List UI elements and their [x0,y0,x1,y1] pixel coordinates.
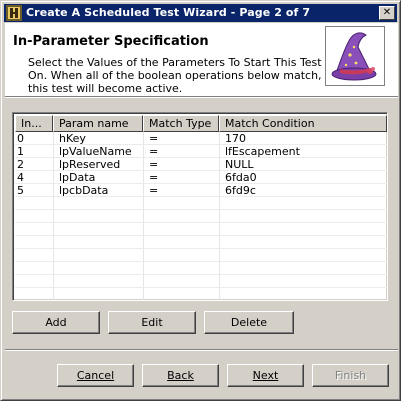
cell-index: 5 [17,184,24,197]
cell-match-condition: NULL [225,158,254,171]
window-title: Create A Scheduled Test Wizard - Page 2 … [26,6,311,19]
next-button[interactable]: Next [227,364,304,387]
empty-row [15,197,387,210]
cell-match-type: = [149,132,159,145]
list-header: In... Param name Match Type Match Condit… [15,115,387,132]
cell-param-name: lpData [59,171,96,184]
app-icon [6,5,22,21]
cell-index: 2 [17,158,24,171]
wizard-image [325,26,385,86]
cell-match-type: = [149,158,159,171]
table-row[interactable]: 1 lpValueName = lfEscapement [15,145,387,158]
empty-row [15,223,387,236]
empty-row [15,288,387,300]
footer-divider-highlight [5,350,398,351]
cancel-label: Cancel [76,369,115,382]
next-label: Next [252,369,279,382]
cell-index: 0 [17,132,24,145]
table-row[interactable]: 4 lpData = 6fda0 [15,171,387,184]
column-header-match-condition[interactable]: Match Condition [219,115,387,132]
add-button[interactable]: Add [12,311,100,334]
cell-index: 1 [17,145,24,158]
cell-index: 4 [17,171,24,184]
table-row[interactable]: 5 lpcbData = 6fd9c [15,184,387,197]
cell-param-name: lpcbData [59,184,109,197]
table-row[interactable]: 2 lpReserved = NULL [15,158,387,171]
back-label: Back [167,369,194,382]
delete-button[interactable]: Delete [204,311,294,334]
finish-button[interactable]: Finish [312,364,389,387]
page-title: In-Parameter Specification [13,34,209,49]
column-header-match-type[interactable]: Match Type [143,115,219,132]
back-button[interactable]: Back [142,364,219,387]
title-bar[interactable]: Create A Scheduled Test Wizard - Page 2 … [4,4,397,22]
edit-button[interactable]: Edit [108,311,196,334]
empty-row [15,210,387,223]
cell-match-condition: lfEscapement [225,145,300,158]
close-icon: ✕ [382,7,392,18]
table-row[interactable]: 0 hKey = 170 [15,132,387,145]
header-divider-highlight [5,97,398,98]
column-header-param-name[interactable]: Param name [53,115,143,132]
cell-match-condition: 6fda0 [225,171,257,184]
parameter-list[interactable]: In... Param name Match Type Match Condit… [12,112,388,301]
empty-row [15,275,387,288]
close-button[interactable]: ✕ [379,6,395,20]
empty-row [15,262,387,275]
cell-param-name: hKey [59,132,86,145]
finish-label: Finish [334,369,367,382]
column-header-index[interactable]: In... [15,115,53,132]
cell-match-condition: 170 [225,132,246,145]
cell-match-type: = [149,171,159,184]
wizard-window: Create A Scheduled Test Wizard - Page 2 … [0,0,401,401]
empty-row [15,249,387,262]
cell-match-type: = [149,145,159,158]
page-description: Select the Values of the Parameters To S… [28,56,322,95]
cell-match-condition: 6fd9c [225,184,256,197]
cell-param-name: lpReserved [59,158,121,171]
list-body: 0 hKey = 170 1 lpValueName = lfEscapemen… [15,132,387,300]
wizard-hat-icon [331,32,377,81]
empty-row [15,236,387,249]
cell-match-type: = [149,184,159,197]
cancel-button[interactable]: Cancel [57,364,134,387]
cell-param-name: lpValueName [59,145,132,158]
wizard-header: In-Parameter Specification Select the Va… [5,23,398,96]
